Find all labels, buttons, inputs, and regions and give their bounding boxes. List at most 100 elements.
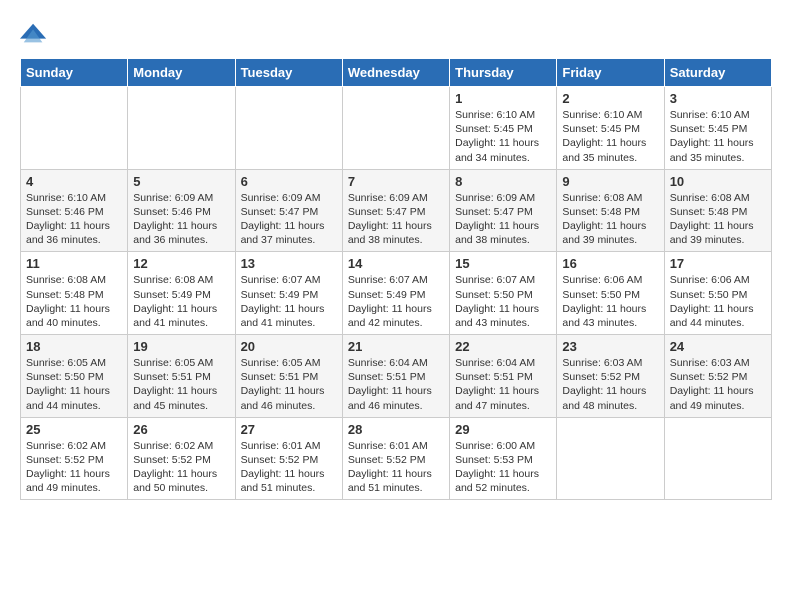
day-info: Sunrise: 6:08 AM Sunset: 5:48 PM Dayligh…	[670, 191, 766, 248]
day-info: Sunrise: 6:05 AM Sunset: 5:51 PM Dayligh…	[241, 356, 337, 413]
calendar-week-row: 25 Sunrise: 6:02 AM Sunset: 5:52 PM Dayli…	[21, 417, 772, 500]
calendar-cell	[557, 417, 664, 500]
day-info: Sunrise: 6:07 AM Sunset: 5:49 PM Dayligh…	[348, 273, 444, 330]
calendar-cell: 18Sunrise: 6:05 AM Sunset: 5:50 PM Dayli…	[21, 335, 128, 418]
day-info: Sunrise: 6:08 AM Sunset: 5:48 PM Dayligh…	[26, 273, 122, 330]
calendar-cell: 5Sunrise: 6:09 AM Sunset: 5:46 PM Daylig…	[128, 169, 235, 252]
logo-icon	[20, 20, 48, 48]
calendar-cell	[342, 87, 449, 170]
day-info: Sunrise: 6:09 AM Sunset: 5:47 PM Dayligh…	[455, 191, 551, 248]
calendar-week-row: 18Sunrise: 6:05 AM Sunset: 5:50 PM Dayli…	[21, 335, 772, 418]
calendar-cell	[128, 87, 235, 170]
calendar-cell: 2 Sunrise: 6:10 AM Sunset: 5:45 PM Daylig…	[557, 87, 664, 170]
calendar-cell: 13Sunrise: 6:07 AM Sunset: 5:49 PM Dayli…	[235, 252, 342, 335]
calendar-week-row: 11 Sunrise: 6:08 AM Sunset: 5:48 PM Dayli…	[21, 252, 772, 335]
calendar-cell: 26 Sunrise: 6:02 AM Sunset: 5:52 PM Dayli…	[128, 417, 235, 500]
day-number: 5	[133, 174, 229, 189]
day-number: 22	[455, 339, 551, 354]
calendar-cell: 25 Sunrise: 6:02 AM Sunset: 5:52 PM Dayli…	[21, 417, 128, 500]
day-info: Sunrise: 6:04 AM Sunset: 5:51 PM Dayligh…	[348, 356, 444, 413]
calendar-cell: 22 Sunrise: 6:04 AM Sunset: 5:51 PM Dayli…	[450, 335, 557, 418]
calendar-cell	[21, 87, 128, 170]
day-number: 20	[241, 339, 337, 354]
weekday-header: Saturday	[664, 59, 771, 87]
day-number: 3	[670, 91, 766, 106]
day-info: Sunrise: 6:03 AM Sunset: 5:52 PM Dayligh…	[670, 356, 766, 413]
logo	[20, 20, 52, 48]
day-info: Sunrise: 6:02 AM Sunset: 5:52 PM Dayligh…	[26, 439, 122, 496]
day-info: Sunrise: 6:03 AM Sunset: 5:52 PM Dayligh…	[562, 356, 658, 413]
day-number: 6	[241, 174, 337, 189]
calendar-cell: 8 Sunrise: 6:09 AM Sunset: 5:47 PM Daylig…	[450, 169, 557, 252]
day-number: 16	[562, 256, 658, 271]
day-number: 4	[26, 174, 122, 189]
day-number: 29	[455, 422, 551, 437]
day-number: 24	[670, 339, 766, 354]
day-number: 21	[348, 339, 444, 354]
day-number: 12	[133, 256, 229, 271]
day-info: Sunrise: 6:01 AM Sunset: 5:52 PM Dayligh…	[241, 439, 337, 496]
day-info: Sunrise: 6:08 AM Sunset: 5:48 PM Dayligh…	[562, 191, 658, 248]
weekday-header: Wednesday	[342, 59, 449, 87]
calendar-cell	[235, 87, 342, 170]
calendar-cell	[664, 417, 771, 500]
day-info: Sunrise: 6:10 AM Sunset: 5:45 PM Dayligh…	[670, 108, 766, 165]
calendar-cell: 15 Sunrise: 6:07 AM Sunset: 5:50 PM Dayli…	[450, 252, 557, 335]
calendar-cell: 9 Sunrise: 6:08 AM Sunset: 5:48 PM Daylig…	[557, 169, 664, 252]
calendar-cell: 28 Sunrise: 6:01 AM Sunset: 5:52 PM Dayli…	[342, 417, 449, 500]
calendar-cell: 17 Sunrise: 6:06 AM Sunset: 5:50 PM Dayli…	[664, 252, 771, 335]
calendar-cell: 12 Sunrise: 6:08 AM Sunset: 5:49 PM Dayli…	[128, 252, 235, 335]
calendar-cell: 19Sunrise: 6:05 AM Sunset: 5:51 PM Dayli…	[128, 335, 235, 418]
calendar-cell: 14 Sunrise: 6:07 AM Sunset: 5:49 PM Dayli…	[342, 252, 449, 335]
calendar-cell: 11 Sunrise: 6:08 AM Sunset: 5:48 PM Dayli…	[21, 252, 128, 335]
weekday-header: Sunday	[21, 59, 128, 87]
calendar-cell: 27 Sunrise: 6:01 AM Sunset: 5:52 PM Dayli…	[235, 417, 342, 500]
calendar-cell: 7 Sunrise: 6:09 AM Sunset: 5:47 PM Daylig…	[342, 169, 449, 252]
day-info: Sunrise: 6:10 AM Sunset: 5:45 PM Dayligh…	[455, 108, 551, 165]
calendar-cell: 24 Sunrise: 6:03 AM Sunset: 5:52 PM Dayli…	[664, 335, 771, 418]
calendar-cell: 21 Sunrise: 6:04 AM Sunset: 5:51 PM Dayli…	[342, 335, 449, 418]
day-info: Sunrise: 6:09 AM Sunset: 5:47 PM Dayligh…	[348, 191, 444, 248]
calendar-cell: 20 Sunrise: 6:05 AM Sunset: 5:51 PM Dayli…	[235, 335, 342, 418]
calendar-cell: 6Sunrise: 6:09 AM Sunset: 5:47 PM Daylig…	[235, 169, 342, 252]
day-number: 2	[562, 91, 658, 106]
calendar-header-row: SundayMondayTuesdayWednesdayThursdayFrid…	[21, 59, 772, 87]
day-number: 19	[133, 339, 229, 354]
day-info: Sunrise: 6:04 AM Sunset: 5:51 PM Dayligh…	[455, 356, 551, 413]
day-info: Sunrise: 6:10 AM Sunset: 5:46 PM Dayligh…	[26, 191, 122, 248]
day-number: 28	[348, 422, 444, 437]
day-info: Sunrise: 6:08 AM Sunset: 5:49 PM Dayligh…	[133, 273, 229, 330]
day-info: Sunrise: 6:01 AM Sunset: 5:52 PM Dayligh…	[348, 439, 444, 496]
day-number: 11	[26, 256, 122, 271]
weekday-header: Monday	[128, 59, 235, 87]
day-number: 17	[670, 256, 766, 271]
day-info: Sunrise: 6:00 AM Sunset: 5:53 PM Dayligh…	[455, 439, 551, 496]
day-number: 7	[348, 174, 444, 189]
day-info: Sunrise: 6:07 AM Sunset: 5:50 PM Dayligh…	[455, 273, 551, 330]
day-number: 1	[455, 91, 551, 106]
day-info: Sunrise: 6:06 AM Sunset: 5:50 PM Dayligh…	[562, 273, 658, 330]
day-number: 26	[133, 422, 229, 437]
calendar-table: SundayMondayTuesdayWednesdayThursdayFrid…	[20, 58, 772, 500]
calendar-week-row: 4 Sunrise: 6:10 AM Sunset: 5:46 PM Daylig…	[21, 169, 772, 252]
calendar-cell: 10 Sunrise: 6:08 AM Sunset: 5:48 PM Dayli…	[664, 169, 771, 252]
weekday-header: Friday	[557, 59, 664, 87]
day-number: 23	[562, 339, 658, 354]
day-number: 10	[670, 174, 766, 189]
day-number: 8	[455, 174, 551, 189]
day-number: 27	[241, 422, 337, 437]
day-number: 14	[348, 256, 444, 271]
weekday-header: Tuesday	[235, 59, 342, 87]
day-info: Sunrise: 6:06 AM Sunset: 5:50 PM Dayligh…	[670, 273, 766, 330]
day-info: Sunrise: 6:02 AM Sunset: 5:52 PM Dayligh…	[133, 439, 229, 496]
calendar-week-row: 1 Sunrise: 6:10 AM Sunset: 5:45 PM Daylig…	[21, 87, 772, 170]
weekday-header: Thursday	[450, 59, 557, 87]
day-number: 9	[562, 174, 658, 189]
day-info: Sunrise: 6:07 AM Sunset: 5:49 PM Dayligh…	[241, 273, 337, 330]
calendar-cell: 23 Sunrise: 6:03 AM Sunset: 5:52 PM Dayli…	[557, 335, 664, 418]
calendar-cell: 16 Sunrise: 6:06 AM Sunset: 5:50 PM Dayli…	[557, 252, 664, 335]
day-number: 15	[455, 256, 551, 271]
day-number: 25	[26, 422, 122, 437]
day-info: Sunrise: 6:10 AM Sunset: 5:45 PM Dayligh…	[562, 108, 658, 165]
day-number: 18	[26, 339, 122, 354]
